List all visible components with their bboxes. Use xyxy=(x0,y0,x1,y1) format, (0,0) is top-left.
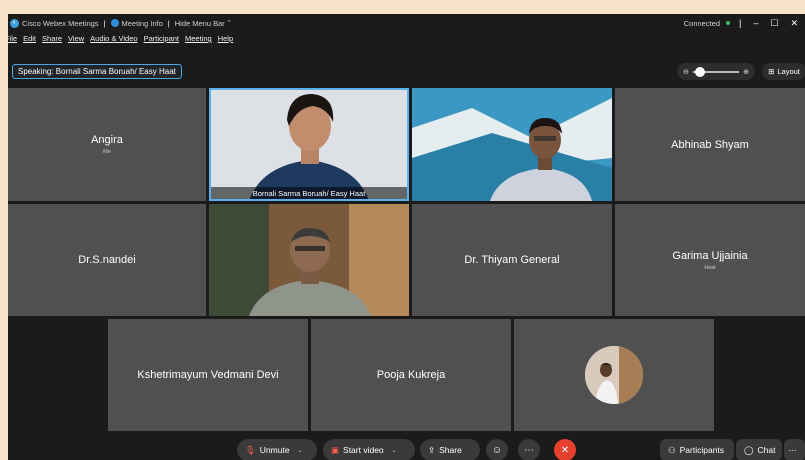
more-icon: ⋯ xyxy=(788,444,797,455)
more-options-button[interactable]: ⋯ xyxy=(518,439,540,460)
participant-name: Abhinab Shyam xyxy=(671,138,749,151)
menu-edit[interactable]: Edit xyxy=(23,34,36,48)
share-label: Share xyxy=(439,445,462,455)
smiley-icon: ☺ xyxy=(491,444,503,456)
participant-name: Dr.S.nandei xyxy=(78,254,136,266)
zoom-slider[interactable]: ⊖ ⊕ xyxy=(677,63,755,80)
close-icon: ✕ xyxy=(560,444,570,456)
participant-tile[interactable] xyxy=(514,319,714,431)
layout-label: Layout xyxy=(777,67,800,76)
maximize-icon[interactable]: ☐ xyxy=(767,18,781,29)
divider: | xyxy=(167,18,170,28)
divider: | xyxy=(739,18,742,28)
avatar-photo xyxy=(585,346,643,404)
person-icon: ⚇ xyxy=(668,444,676,455)
participant-name: Kshetrimayum Vedmani Devi xyxy=(137,369,279,381)
status-dot-icon xyxy=(726,21,731,25)
participant-caption: Bornali Sarma Boruah/ Easy Haat xyxy=(211,187,407,199)
webex-logo-icon: ◐ xyxy=(10,18,19,28)
participant-tile[interactable]: Dr. Thiyam General xyxy=(412,204,612,316)
start-video-button[interactable]: ▣ Start video ⌄ xyxy=(323,439,415,460)
zoom-knob[interactable] xyxy=(694,66,705,77)
menu-audio-video[interactable]: Audio & Video xyxy=(90,34,137,48)
participant-name: Angira xyxy=(91,134,123,146)
participant-video-feed xyxy=(211,90,407,199)
chevron-up-icon[interactable]: ^ xyxy=(228,20,231,26)
zoom-in-icon[interactable]: ⊕ xyxy=(743,68,749,76)
menu-share[interactable]: Share xyxy=(42,34,62,48)
minimize-icon[interactable]: – xyxy=(750,18,761,28)
video-off-icon: ▣ xyxy=(331,444,340,455)
chevron-down-icon[interactable]: ⌄ xyxy=(298,447,303,454)
speaking-indicator: Speaking: Bornali Sarma Boruah/ Easy Haa… xyxy=(12,64,182,79)
hide-menu-bar-link[interactable]: Hide Menu Bar xyxy=(175,19,225,28)
participant-name: Garima Ujjainia xyxy=(672,249,748,262)
chat-button[interactable]: ◯ Chat xyxy=(736,439,782,460)
participant-tile[interactable]: Angira Me xyxy=(8,88,206,201)
reactions-button[interactable]: ☺ xyxy=(486,439,508,460)
zoom-track[interactable] xyxy=(692,66,740,77)
participant-tile[interactable]: Pooja Kukreja xyxy=(311,319,511,431)
meeting-controls: 🎙 Unmute ⌄ ▣ Start video ⌄ ⇪ Share ☺ ⋯ ✕… xyxy=(8,438,805,460)
title-bar: ◐ Cisco Webex Meetings | Meeting Info | … xyxy=(8,14,805,32)
participant-video-active[interactable]: Bornali Sarma Boruah/ Easy Haat xyxy=(209,88,409,201)
chat-label: Chat xyxy=(757,445,776,455)
layout-button[interactable]: ⊞ Layout xyxy=(762,63,805,80)
divider: | xyxy=(103,18,106,28)
menu-participant[interactable]: Participant xyxy=(144,34,179,48)
participant-tile[interactable]: Garima Ujjainia Host xyxy=(615,204,805,316)
participant-video-feed xyxy=(412,88,612,201)
grid-icon: ⊞ xyxy=(768,67,775,76)
chat-icon: ◯ xyxy=(744,444,754,455)
participant-tile[interactable]: Dr.S.nandei xyxy=(8,204,206,316)
menu-file[interactable]: File xyxy=(8,34,17,48)
participant-tile[interactable]: Abhinab Shyam xyxy=(615,88,805,201)
participant-video[interactable] xyxy=(209,204,409,316)
meeting-info-link[interactable]: Meeting Info xyxy=(122,19,163,28)
participant-role: Me xyxy=(103,149,111,155)
participants-button[interactable]: ⚇ Participants xyxy=(660,439,734,460)
avatar xyxy=(585,346,643,404)
info-icon xyxy=(110,19,119,27)
menu-help[interactable]: Help xyxy=(218,34,233,48)
unmute-button[interactable]: 🎙 Unmute ⌄ xyxy=(237,439,317,460)
close-icon[interactable]: ✕ xyxy=(787,18,801,29)
webex-window: ◐ Cisco Webex Meetings | Meeting Info | … xyxy=(8,14,805,460)
mic-muted-icon: 🎙 xyxy=(245,444,256,455)
app-title: Cisco Webex Meetings xyxy=(22,18,99,28)
connection-status: Connected xyxy=(683,18,721,28)
unmute-label: Unmute xyxy=(259,445,290,455)
share-icon: ⇪ xyxy=(428,444,436,455)
participant-video-feed xyxy=(209,204,409,316)
start-video-label: Start video xyxy=(343,445,384,455)
participant-name: Dr. Thiyam General xyxy=(464,254,560,266)
menu-bar: File Edit Share View Audio & Video Parti… xyxy=(8,34,233,48)
window-controls: Connected | – ☐ ✕ xyxy=(684,14,801,32)
participants-label: Participants xyxy=(679,445,725,455)
participant-role: Host xyxy=(704,264,716,271)
participant-video[interactable] xyxy=(412,88,612,201)
chevron-down-icon[interactable]: ⌄ xyxy=(392,447,397,454)
participant-name: Pooja Kukreja xyxy=(376,369,446,381)
menu-view[interactable]: View xyxy=(68,34,84,48)
leave-meeting-button[interactable]: ✕ xyxy=(554,439,576,460)
share-button[interactable]: ⇪ Share xyxy=(420,439,480,460)
participant-tile[interactable]: Kshetrimayum Vedmani Devi xyxy=(108,319,308,431)
more-icon: ⋯ xyxy=(524,444,534,456)
more-panels-button[interactable]: ⋯ xyxy=(784,439,805,460)
zoom-out-icon[interactable]: ⊖ xyxy=(683,68,689,76)
menu-meeting[interactable]: Meeting xyxy=(185,34,212,48)
